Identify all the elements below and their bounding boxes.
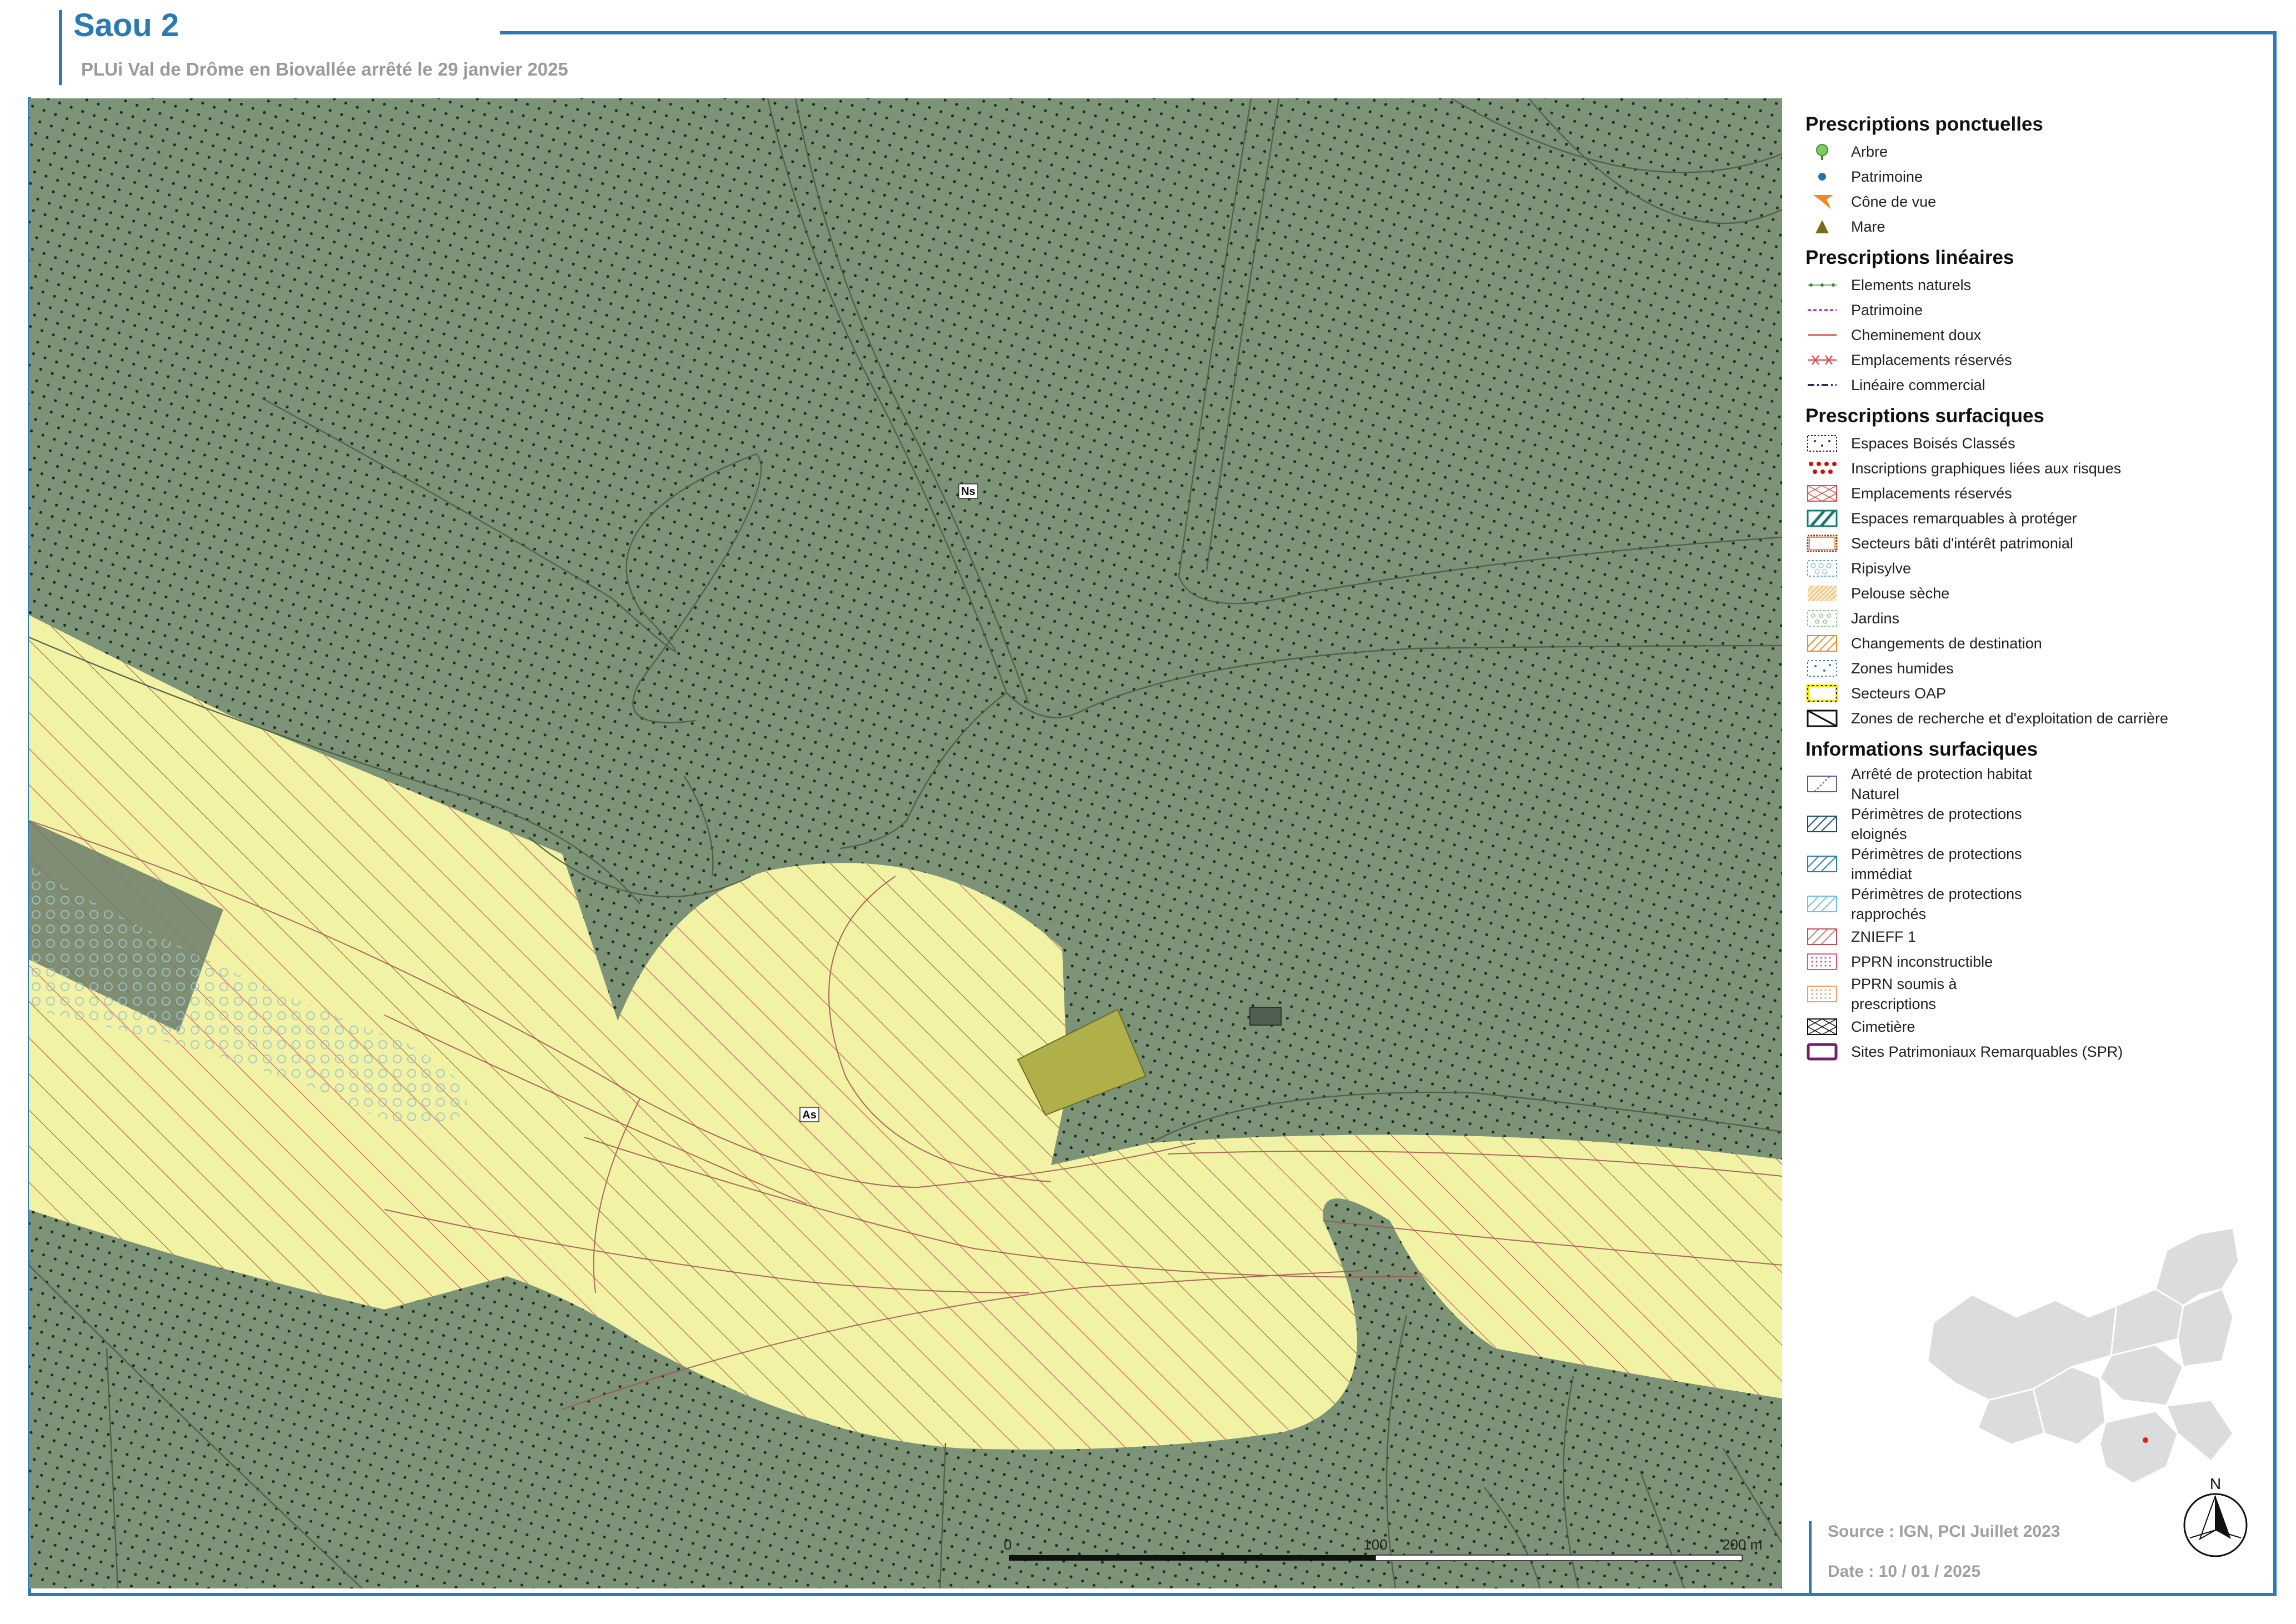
legend-item: Secteurs OAP bbox=[1805, 681, 2261, 706]
source-text: Source : IGN, PCI Juillet 2023 bbox=[1828, 1522, 2060, 1541]
box-blue-circles-icon bbox=[1805, 559, 1839, 577]
line-dashed-magenta-icon bbox=[1805, 301, 1839, 319]
legend-item: Sites Patrimoniaux Remarquables (SPR) bbox=[1805, 1039, 2261, 1064]
line-solid-red-icon bbox=[1805, 326, 1839, 344]
legend-item: Emplacements réservés bbox=[1805, 347, 2261, 372]
legend-item: Inscriptions graphiques liées aux risque… bbox=[1805, 456, 2261, 481]
date-text: Date : 10 / 01 / 2025 bbox=[1828, 1562, 1981, 1581]
legend-section-title: Prescriptions linéaires bbox=[1805, 247, 2014, 268]
box-blue-hatch-icon bbox=[1805, 855, 1839, 873]
tree-icon bbox=[1805, 143, 1839, 161]
legend-item: Périmètres de protections rapprochés bbox=[1805, 884, 2261, 924]
legend-item: Emplacements réservés bbox=[1805, 481, 2261, 506]
box-red-cross-icon bbox=[1805, 484, 1839, 502]
legend-item: Secteurs bâti d'intérêt patrimonial bbox=[1805, 531, 2261, 556]
legend-item: Espaces Boisés Classés bbox=[1805, 431, 2261, 456]
box-black-hatch-icon bbox=[1805, 709, 1839, 727]
legend-item: Cimetière bbox=[1805, 1014, 2261, 1039]
svg-text:200 m: 200 m bbox=[1722, 1536, 1762, 1553]
legend-item: Mare bbox=[1805, 214, 2261, 239]
legend-section-title: Prescriptions ponctuelles bbox=[1805, 113, 2043, 135]
legend-item: Périmètres de protections eloignés bbox=[1805, 804, 2261, 844]
box-red-dots-icon bbox=[1805, 459, 1839, 477]
legend-section-title: Prescriptions surfaciques bbox=[1805, 405, 2044, 427]
location-marker bbox=[2143, 1437, 2148, 1443]
footer-accent-bar bbox=[1809, 1521, 1812, 1593]
legend-item: Arrêté de protection habitat Naturel bbox=[1805, 764, 2261, 804]
box-orange-dots-icon bbox=[1805, 985, 1839, 1003]
box-orange-hatch-icon bbox=[1805, 634, 1839, 652]
box-tan-hatch-icon bbox=[1805, 584, 1839, 602]
legend-item: Arbre bbox=[1805, 139, 2261, 164]
legend-item: PPRN inconstructible bbox=[1805, 949, 2261, 974]
box-yellow-dotted-icon bbox=[1805, 684, 1839, 702]
zone-label-ns: Ns bbox=[958, 483, 978, 499]
svg-text:N: N bbox=[2210, 1475, 2221, 1492]
north-arrow: N bbox=[2182, 1472, 2254, 1567]
view-cone-icon bbox=[1805, 193, 1839, 211]
legend-item: Patrimoine bbox=[1805, 297, 2261, 322]
line-cross-red-icon bbox=[1805, 351, 1839, 369]
legend-item: Cône de vue bbox=[1805, 189, 2261, 214]
svg-text:0: 0 bbox=[1004, 1536, 1012, 1553]
svg-text:As: As bbox=[802, 1109, 817, 1121]
box-lightblue-hatch-icon bbox=[1805, 895, 1839, 913]
legend-item: PPRN soumis à prescriptions bbox=[1805, 974, 2261, 1014]
dark-building bbox=[1249, 1007, 1282, 1026]
svg-text:100: 100 bbox=[1363, 1536, 1387, 1553]
legend-item: Linéaire commercial bbox=[1805, 372, 2261, 397]
box-black-cross-icon bbox=[1805, 1018, 1839, 1036]
map-legend: Prescriptions ponctuelles Arbre Patrimoi… bbox=[1805, 106, 2261, 1064]
box-teal-hatch-icon bbox=[1805, 509, 1839, 527]
line-dotted-green-icon bbox=[1805, 276, 1839, 294]
legend-item: Elements naturels bbox=[1805, 272, 2261, 297]
legend-item: Ripisylve bbox=[1805, 556, 2261, 581]
page-subtitle: PLUi Val de Drôme en Biovallée arrêté le… bbox=[81, 59, 568, 79]
zoning-map[interactable]: Ns As 0 100 200 m bbox=[29, 98, 1782, 1588]
triangle-icon bbox=[1805, 218, 1839, 236]
page-title: Saou 2 bbox=[73, 7, 179, 43]
box-navy-hatch-icon bbox=[1805, 815, 1839, 833]
legend-item: Zones humides bbox=[1805, 656, 2261, 681]
legend-item: Changements de destination bbox=[1805, 631, 2261, 656]
legend-item: Pelouse sèche bbox=[1805, 581, 2261, 606]
legend-item: Patrimoine bbox=[1805, 164, 2261, 189]
box-purple-outline-icon bbox=[1805, 1043, 1839, 1061]
title-accent-bar bbox=[59, 10, 62, 85]
box-blue-dots-icon bbox=[1805, 659, 1839, 677]
legend-section-title: Informations surfaciques bbox=[1805, 738, 2038, 760]
zone-label-as: As bbox=[799, 1107, 819, 1122]
svg-text:Ns: Ns bbox=[961, 486, 976, 498]
box-red-hatch-icon bbox=[1805, 928, 1839, 946]
legend-item: Périmètres de protections immédiat bbox=[1805, 844, 2261, 884]
box-dots-green-icon bbox=[1805, 434, 1839, 452]
legend-item: Zones de recherche et d'exploitation de … bbox=[1805, 706, 2261, 731]
line-dashdot-navy-icon bbox=[1805, 376, 1839, 394]
box-orange-dotted-icon bbox=[1805, 534, 1839, 552]
legend-item: ZNIEFF 1 bbox=[1805, 924, 2261, 949]
dot-icon bbox=[1805, 168, 1839, 186]
legend-item: Espaces remarquables à protéger bbox=[1805, 506, 2261, 531]
box-purple-hatch-icon bbox=[1805, 775, 1839, 793]
legend-item: Jardins bbox=[1805, 606, 2261, 631]
legend-item: Cheminement doux bbox=[1805, 322, 2261, 347]
box-green-circles-icon bbox=[1805, 609, 1839, 627]
box-pink-dots-icon bbox=[1805, 953, 1839, 971]
